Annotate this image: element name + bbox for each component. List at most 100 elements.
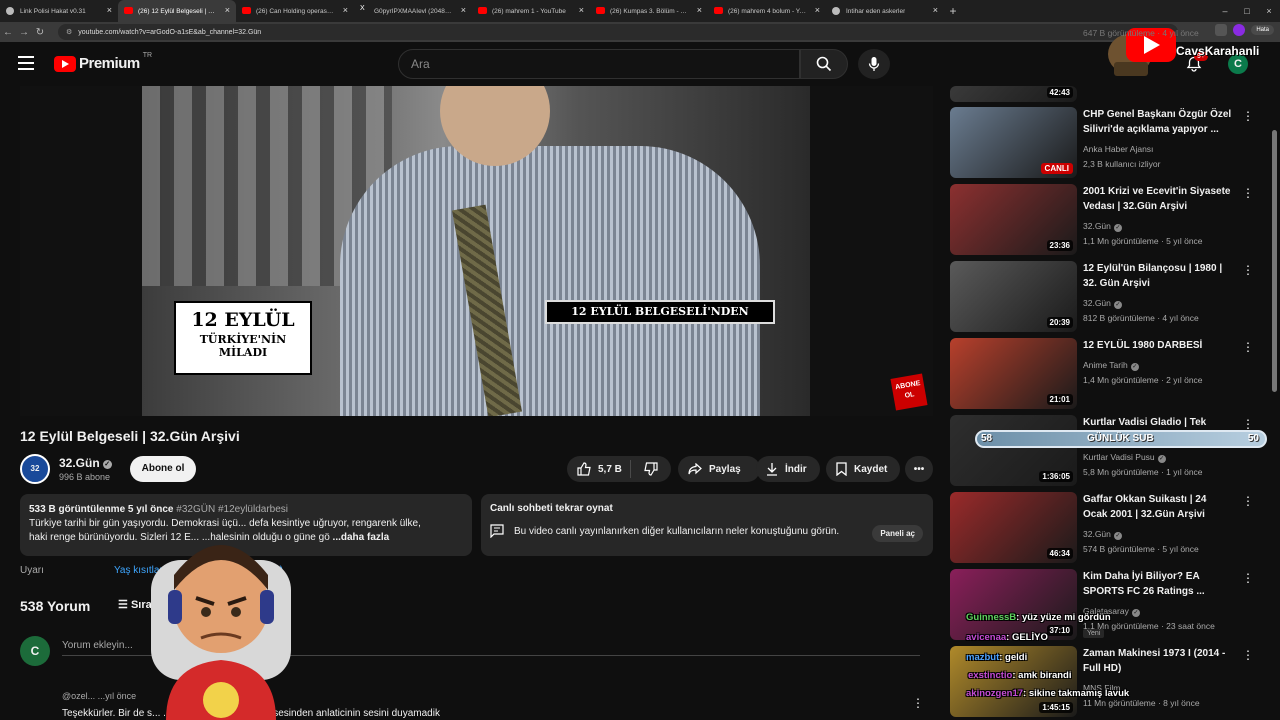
- video-thumbnail[interactable]: 1:36:05: [950, 415, 1077, 486]
- chat-icon: [490, 524, 504, 538]
- video-thumbnail[interactable]: 21:01: [950, 338, 1077, 409]
- chat-text: : GELİYO: [1006, 632, 1048, 643]
- video-duration: 42:43: [1046, 87, 1073, 98]
- browser-tab[interactable]: İntihar eden askerler ×: [826, 0, 944, 22]
- related-video-item[interactable]: 42:43 647 B görüntüleme · 4 yıl önce: [950, 28, 1250, 102]
- minimize-icon[interactable]: –: [1214, 6, 1236, 16]
- related-video-channel[interactable]: 32.Gün ✓: [1083, 298, 1122, 309]
- video-menu-icon[interactable]: ⋮: [1242, 571, 1254, 585]
- video-menu-icon[interactable]: ⋮: [1242, 648, 1254, 662]
- reload-icon[interactable]: ↻: [32, 27, 48, 38]
- browser-tab[interactable]: (26) Kumpas 3. Bölüm - YouTube ×: [590, 0, 708, 22]
- new-tab-icon[interactable]: +: [944, 4, 962, 18]
- close-tab-icon[interactable]: ×: [815, 5, 820, 15]
- related-video-item[interactable]: 20:39 12 Eylül'ün Bilançosu | 1980 | 32. …: [950, 261, 1254, 333]
- voice-search-button[interactable]: [858, 49, 890, 79]
- video-thumbnail[interactable]: 42:43: [950, 86, 1077, 102]
- related-video-title[interactable]: 12 EYLÜL 1980 DARBESİ: [1083, 338, 1233, 353]
- close-window-icon[interactable]: ×: [1258, 6, 1280, 16]
- save-button[interactable]: Kaydet: [826, 456, 900, 482]
- related-video-channel[interactable]: 32.Gün ✓: [1083, 221, 1122, 232]
- url-text: youtube.com/watch?v=arGodO-a1sE&ab_chann…: [78, 28, 262, 36]
- video-duration: 1:45:15: [1039, 702, 1073, 713]
- close-tab-icon[interactable]: ×: [579, 5, 584, 15]
- share-button[interactable]: Paylaş: [678, 456, 760, 482]
- related-video-item[interactable]: 46:34 Gaffar Okkan Suikastı | 24 Ocak 200…: [950, 492, 1254, 564]
- page-scrollbar[interactable]: [1272, 130, 1277, 392]
- browser-tab[interactable]: (26) mahrem 4 bolum - YouTube ×: [708, 0, 826, 22]
- related-video-item[interactable]: 37:10 Kim Daha İyi Biliyor? EA SPORTS FC …: [950, 569, 1254, 641]
- related-video-title[interactable]: Kim Daha İyi Biliyor? EA SPORTS FC 26 Ra…: [1083, 569, 1233, 599]
- close-tab-icon[interactable]: ×: [225, 5, 230, 15]
- related-video-channel[interactable]: 32.Gün ✓: [1083, 529, 1122, 540]
- channel-name-text: Kurtlar Vadisi Pusu: [1083, 452, 1155, 462]
- caption-line-3: MİLADI: [218, 346, 268, 359]
- menu-icon[interactable]: [18, 56, 34, 70]
- show-more-link[interactable]: ...daha fazla: [333, 532, 390, 543]
- video-thumbnail[interactable]: 46:34: [950, 492, 1077, 563]
- browser-tab[interactable]: (26) mahrem 1 - YouTube ×: [472, 0, 590, 22]
- forward-icon[interactable]: →: [16, 27, 32, 38]
- chat-username: akinozgen17: [966, 688, 1024, 699]
- close-tab-icon[interactable]: ×: [933, 5, 938, 15]
- related-video-title[interactable]: 2001 Krizi ve Ecevit'in Siyasete Vedası …: [1083, 184, 1233, 214]
- close-tab-icon[interactable]: ×: [343, 5, 348, 15]
- open-panel-button[interactable]: Paneli aç: [872, 525, 923, 542]
- download-button[interactable]: İndir: [756, 456, 820, 482]
- youtube-premium-logo[interactable]: Premium TR: [54, 52, 152, 72]
- channel-avatar[interactable]: 32: [20, 454, 50, 484]
- comment-author[interactable]: @ozel... ...yıl önce: [62, 691, 136, 701]
- related-video-title[interactable]: 12 Eylül'ün Bilançosu | 1980 | 32. Gün A…: [1083, 261, 1233, 291]
- tab-title: G0pyrIPXMAAIevl (2048×2048): [374, 7, 454, 15]
- video-menu-icon[interactable]: ⋮: [1242, 494, 1254, 508]
- more-actions-button[interactable]: •••: [905, 456, 933, 482]
- hashtags[interactable]: #32GÜN #12eylüldarbesi: [176, 504, 288, 515]
- related-video-channel[interactable]: Anime Tarih ✓: [1083, 360, 1139, 371]
- close-tab-icon[interactable]: ×: [107, 5, 112, 15]
- video-menu-icon[interactable]: ⋮: [1242, 417, 1254, 431]
- tab-title: Link Polisi Hakat v0.31: [20, 7, 86, 15]
- video-thumbnail[interactable]: CANLI: [950, 107, 1077, 178]
- browser-tab[interactable]: (26) Can Holding operasyonun ×: [236, 0, 354, 22]
- like-button[interactable]: 5,7 B: [567, 460, 631, 478]
- related-video-channel[interactable]: Anka Haber Ajansı: [1083, 144, 1153, 154]
- channel-name[interactable]: 32.Gün ✓: [59, 456, 112, 470]
- video-menu-icon[interactable]: ⋮: [1242, 263, 1254, 277]
- browser-tab[interactable]: X G0pyrIPXMAAIevl (2048×2048) ×: [354, 0, 472, 22]
- live-chat-row: Bu video canlı yayınlanırken diğer kulla…: [490, 524, 924, 538]
- search-input[interactable]: [411, 57, 799, 71]
- related-video-title[interactable]: Zaman Makinesi 1973 I (2014 - Full HD): [1083, 646, 1233, 676]
- related-video-title[interactable]: CHP Genel Başkanı Özgür Özel Silivri'de …: [1083, 107, 1233, 137]
- description-meta: 533 B görüntülenme 5 yıl önce #32GÜN #12…: [29, 503, 463, 517]
- browser-tab[interactable]: (26) 12 Eylül Belgeseli | 32... ×: [118, 0, 236, 22]
- site-info-icon[interactable]: ⚙: [66, 28, 72, 36]
- maximize-icon[interactable]: □: [1236, 6, 1258, 16]
- search-button[interactable]: [800, 49, 848, 79]
- related-video-item[interactable]: 1:36:05Kurtlar Vadisi Gladio | Tek Parça…: [950, 415, 1254, 487]
- dislike-button[interactable]: [631, 462, 671, 476]
- video-thumbnail[interactable]: 23:36: [950, 184, 1077, 255]
- video-menu-icon[interactable]: ⋮: [1242, 186, 1254, 200]
- video-player[interactable]: 12 EYLÜL TÜRKİYE'NİN MİLADI 12 EYLÜL BEL…: [20, 86, 933, 416]
- video-thumbnail[interactable]: 20:39: [950, 261, 1077, 332]
- video-menu-icon[interactable]: ⋮: [1242, 109, 1254, 123]
- close-tab-icon[interactable]: ×: [697, 5, 702, 15]
- channel-name-text: 32.Gün: [1083, 529, 1111, 539]
- error-button[interactable]: Hata: [1251, 25, 1274, 35]
- related-video-channel[interactable]: Kurtlar Vadisi Pusu ✓: [1083, 452, 1166, 463]
- related-video-stats: 812 B görüntüleme · 4 yıl önce: [1083, 313, 1199, 323]
- related-video-item[interactable]: 23:36 2001 Krizi ve Ecevit'in Siyasete Ve…: [950, 184, 1254, 256]
- related-video-title[interactable]: Gaffar Okkan Suikastı | 24 Ocak 2001 | 3…: [1083, 492, 1233, 522]
- browser-tab[interactable]: Link Polisi Hakat v0.31 ×: [0, 0, 118, 22]
- comment-more-icon[interactable]: ⋮: [912, 696, 924, 710]
- live-chat-title: Canlı sohbeti tekrar oynat: [490, 503, 613, 514]
- close-tab-icon[interactable]: ×: [461, 5, 466, 15]
- bookmark-icon: [836, 462, 847, 476]
- video-thumbnail[interactable]: 37:10: [950, 569, 1077, 640]
- chat-message: exstinctio: amk birandi: [968, 670, 1071, 681]
- related-video-item[interactable]: 21:01 12 EYLÜL 1980 DARBESİ Anime Tarih ✓ 1,…: [950, 338, 1254, 410]
- subscribe-button[interactable]: Abone ol: [130, 456, 196, 482]
- video-menu-icon[interactable]: ⋮: [1242, 340, 1254, 354]
- back-icon[interactable]: ←: [0, 27, 16, 38]
- related-video-item[interactable]: CANLI CHP Genel Başkanı Özgür Özel Silivr…: [950, 107, 1254, 179]
